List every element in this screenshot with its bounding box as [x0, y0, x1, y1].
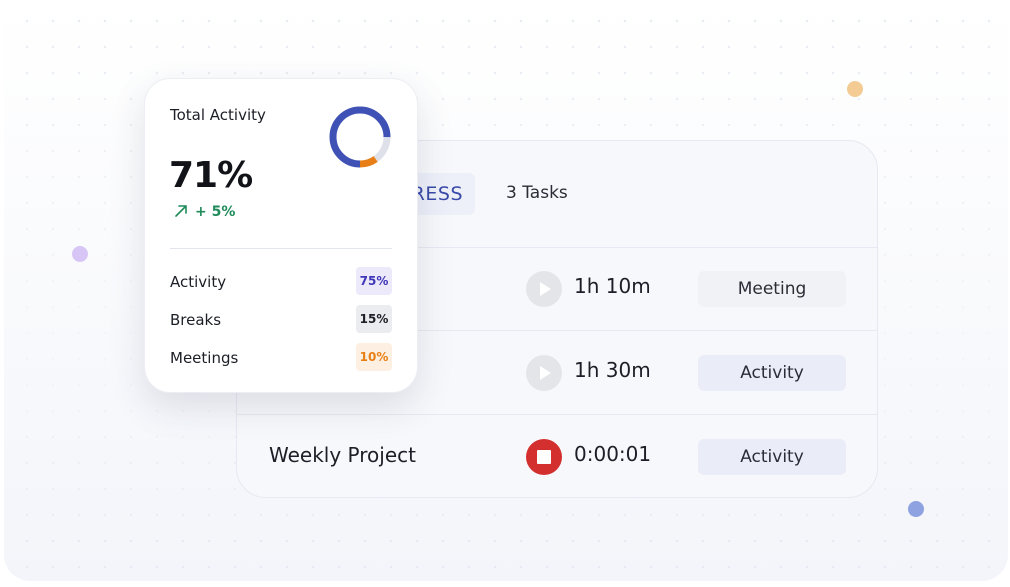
- total-activity-card: Total Activity 71% + 5% Activity 75% Bre…: [144, 78, 418, 393]
- breakdown-row-meetings: Meetings 10%: [170, 343, 392, 373]
- breakdown-label: Activity: [170, 273, 227, 291]
- stop-icon[interactable]: [526, 439, 562, 475]
- percent-change-value: + 5%: [195, 204, 236, 220]
- task-tag[interactable]: Activity: [698, 439, 846, 475]
- breakdown-row-breaks: Breaks 15%: [170, 305, 392, 335]
- breakdown-label: Meetings: [170, 349, 239, 367]
- stop-square: [537, 450, 551, 464]
- decorative-dot-orange: [847, 81, 863, 97]
- play-icon[interactable]: [526, 271, 562, 307]
- breakdown-badge: 15%: [356, 305, 392, 333]
- task-tag[interactable]: Meeting: [698, 271, 846, 307]
- arrow-up-right-icon: [175, 205, 187, 217]
- breakdown-badge: 10%: [356, 343, 392, 371]
- task-tag[interactable]: Activity: [698, 355, 846, 391]
- task-count: 3 Tasks: [506, 183, 568, 203]
- card-title: Total Activity: [170, 106, 266, 124]
- task-name: Weekly Project: [269, 443, 416, 467]
- task-row[interactable]: Weekly Project 0:00:01 Activity: [237, 415, 877, 497]
- task-time: 1h 10m: [574, 274, 651, 298]
- activity-donut-chart: [329, 106, 391, 168]
- task-timer: 0:00:01: [574, 442, 652, 466]
- decorative-dot-blue: [908, 501, 924, 517]
- breakdown-badge: 75%: [356, 267, 392, 295]
- task-time: 1h 30m: [574, 358, 651, 382]
- divider: [170, 248, 392, 249]
- breakdown-row-activity: Activity 75%: [170, 267, 392, 297]
- decorative-dot-purple: [72, 246, 88, 262]
- breakdown-label: Breaks: [170, 311, 222, 329]
- total-percent: 71%: [169, 155, 253, 196]
- percent-change: + 5%: [173, 203, 235, 220]
- play-icon[interactable]: [526, 355, 562, 391]
